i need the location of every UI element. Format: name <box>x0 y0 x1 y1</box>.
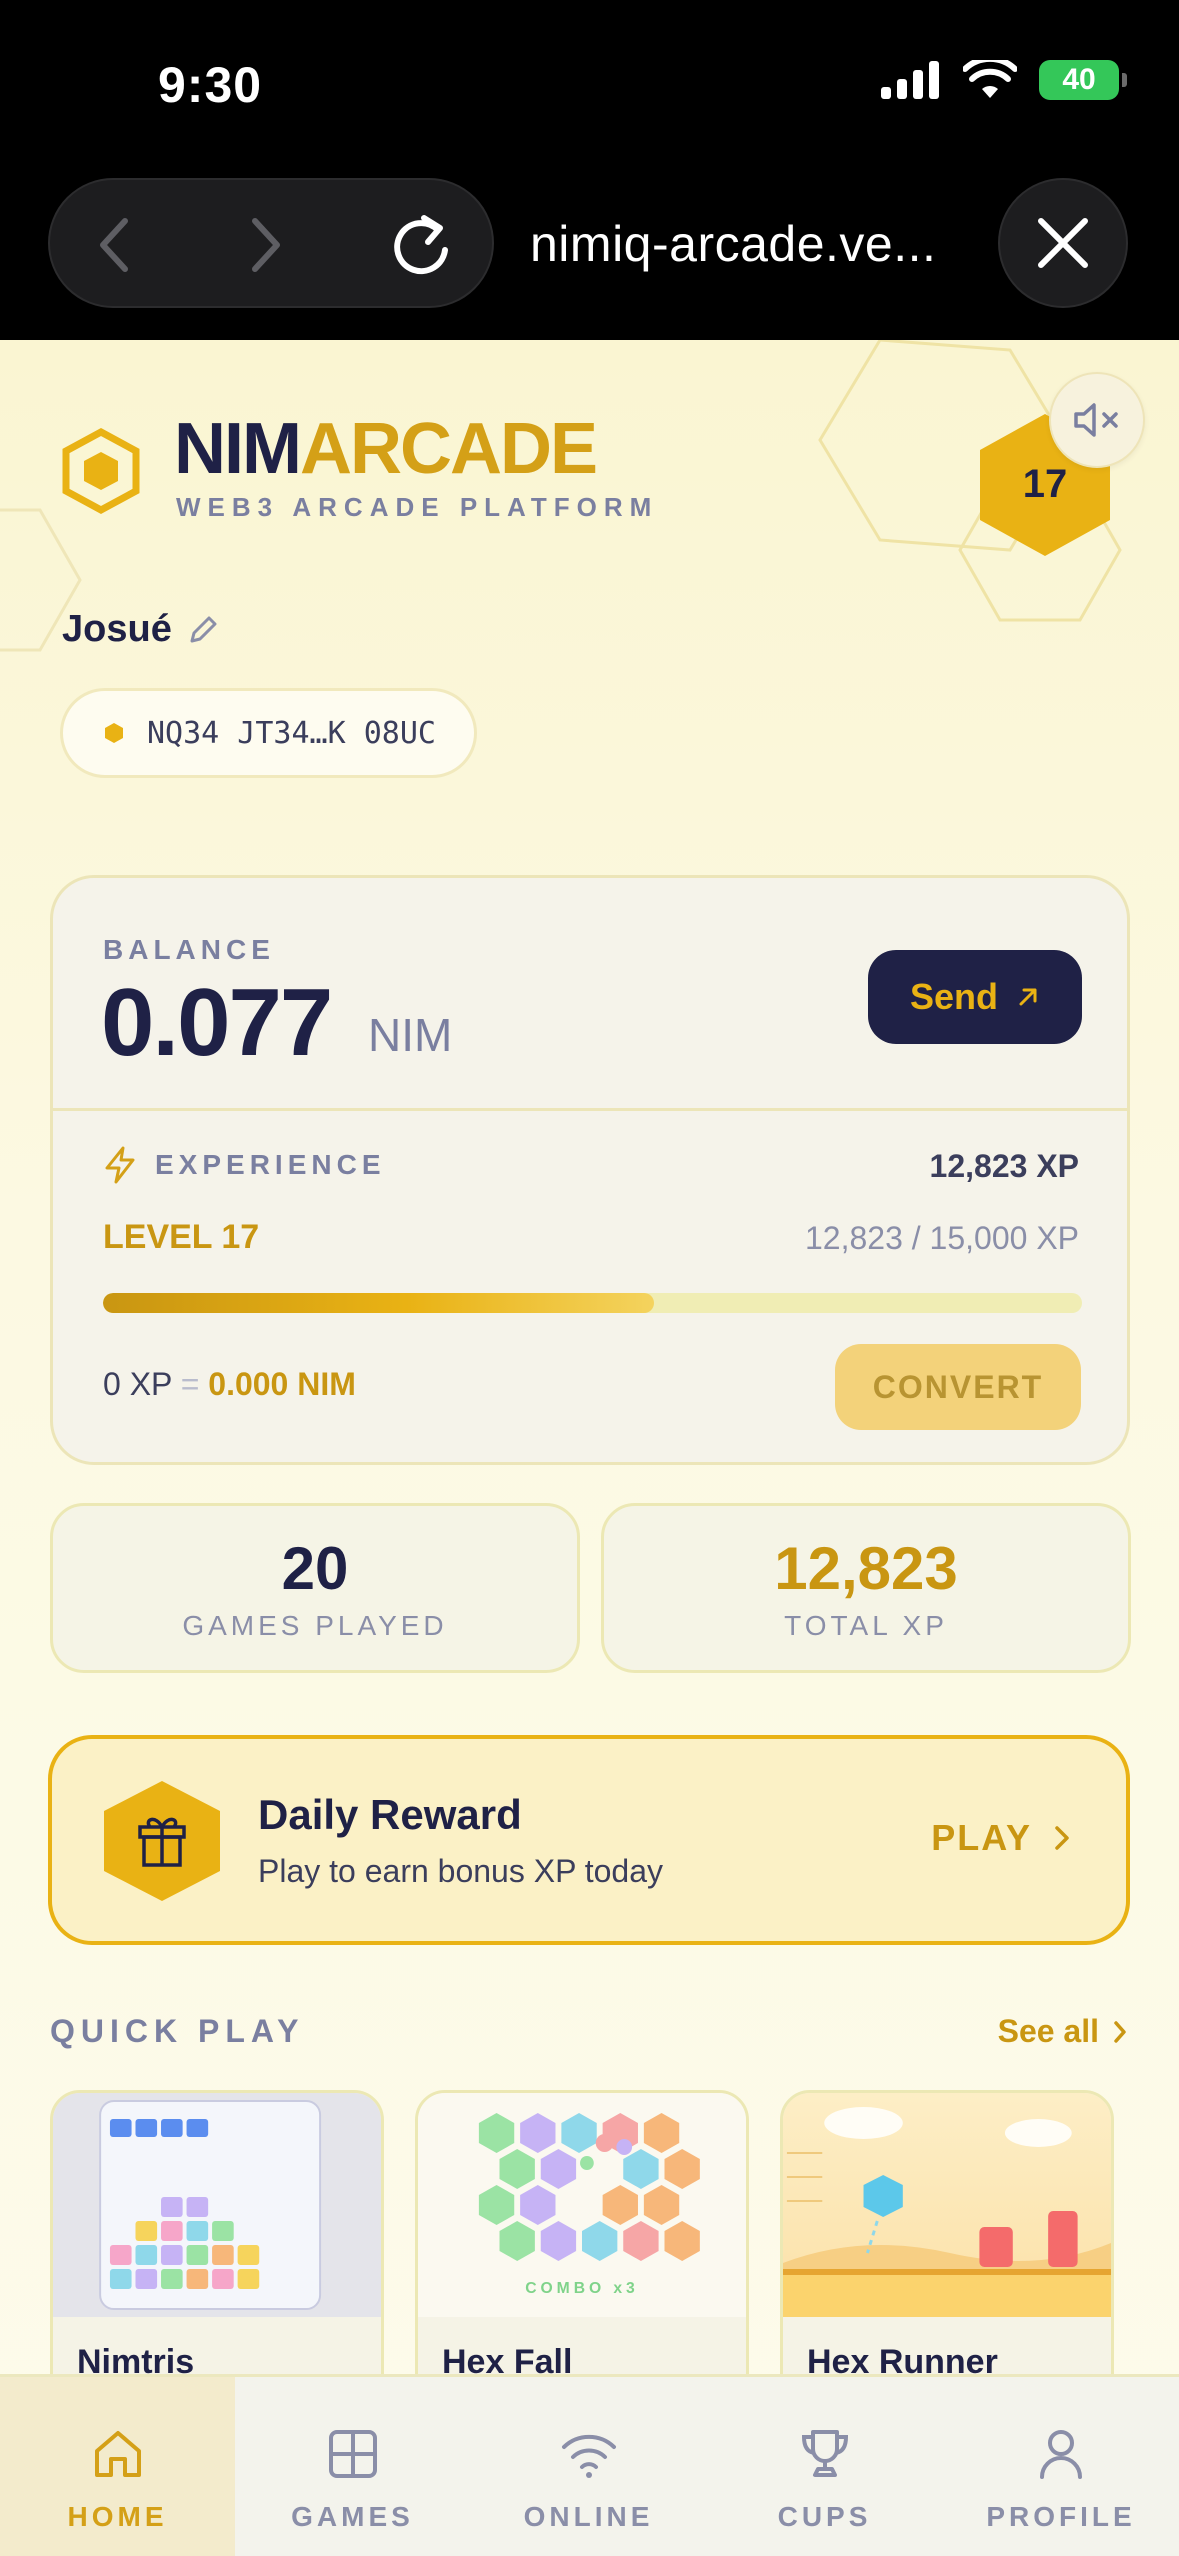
speaker-muted-icon <box>1074 403 1118 437</box>
balance-label: BALANCE <box>103 934 275 965</box>
home-icon <box>94 2431 141 2477</box>
brand-arcade: ARCADE <box>299 409 598 489</box>
stat-value: 20 <box>281 1535 349 1602</box>
wallet-address: NQ34 JT34…K 08UC <box>147 715 436 751</box>
app-screen: NIMARCADE WEB3 ARCADE PLATFORM 17 Josué … <box>0 340 1179 2556</box>
send-button[interactable]: Send <box>868 950 1082 1044</box>
brand-nim: NIM <box>174 409 302 489</box>
address-bar[interactable]: nimiq-arcade.ve... <box>530 215 936 273</box>
game-card-hex-runner[interactable]: Hex Runner <box>780 2090 1114 2410</box>
xp-conversion-text: 0 XP = 0.000 NIM <box>103 1366 356 1403</box>
level-badge-number: 17 <box>1022 462 1068 506</box>
stat-games-played: 20 GAMES PLAYED <box>50 1503 580 1673</box>
card-divider <box>53 1108 1127 1111</box>
game-card-nimtris[interactable]: Nimtris <box>50 2090 384 2410</box>
arrow-up-right-icon <box>1019 988 1037 1006</box>
tab-label: CUPS <box>777 2501 872 2532</box>
chevron-right-icon <box>252 218 280 272</box>
logo-hex-icon <box>62 428 140 514</box>
browser-nav-group <box>48 178 494 308</box>
app-logo-title: NIMARCADE <box>174 408 598 490</box>
see-all-link[interactable]: See all <box>998 2013 1127 2050</box>
convert-button[interactable]: CONVERT <box>835 1344 1081 1430</box>
close-browser-button[interactable] <box>998 178 1128 308</box>
nim-hex-icon <box>105 723 123 743</box>
reload-icon <box>394 215 448 275</box>
bottom-tab-bar: HOME GAMES ONLINE CUPS PROFILE <box>0 2374 1179 2556</box>
stat-value: 12,823 <box>774 1535 958 1602</box>
app-tagline: WEB3 ARCADE PLATFORM <box>176 492 659 522</box>
chevron-left-icon <box>100 218 128 272</box>
wifi-icon <box>561 2434 616 2478</box>
stat-total-xp: 12,823 TOTAL XP <box>601 1503 1131 1673</box>
balance-unit: NIM <box>368 1009 453 1061</box>
daily-reward-subtitle: Play to earn bonus XP today <box>258 1853 664 1889</box>
tab-label: GAMES <box>291 2501 414 2532</box>
tab-profile[interactable]: PROFILE <box>943 2377 1179 2556</box>
daily-play-label: PLAY <box>931 1817 1032 1858</box>
tab-online[interactable]: ONLINE <box>471 2377 706 2556</box>
quick-play-heading: QUICK PLAY <box>50 2013 305 2049</box>
stat-label: GAMES PLAYED <box>182 1610 448 1641</box>
back-button[interactable] <box>60 180 170 310</box>
game-card-hex-fall[interactable]: COMBO x3 Hex Fall <box>415 2090 749 2410</box>
conversion-nim: 0.000 NIM <box>208 1366 356 1402</box>
signal-icon <box>881 61 939 99</box>
stat-label: TOTAL XP <box>784 1610 948 1641</box>
daily-reward-play-button[interactable]: PLAY <box>931 1817 1070 1859</box>
balance-value: 0.077 <box>101 969 333 1076</box>
lightning-icon <box>105 1146 135 1184</box>
close-icon <box>1038 218 1088 268</box>
wifi-status-icon <box>963 60 1017 98</box>
reload-button[interactable] <box>366 180 476 310</box>
experience-label: EXPERIENCE <box>103 1146 386 1184</box>
pencil-icon[interactable] <box>186 613 220 647</box>
status-time: 9:30 <box>158 57 263 113</box>
battery-indicator: 40 <box>1039 60 1127 100</box>
send-label: Send <box>909 976 998 1017</box>
experience-label-text: EXPERIENCE <box>155 1149 386 1180</box>
tab-label: ONLINE <box>523 2501 654 2532</box>
status-icons: 40 <box>881 60 1127 100</box>
nimtris-thumbnail <box>53 2093 381 2317</box>
trophy-icon <box>801 2430 848 2477</box>
experience-total: 12,823 XP <box>929 1148 1079 1184</box>
level-progress-text: 12,823 / 15,000 XP <box>805 1220 1079 1256</box>
grid-icon <box>328 2430 377 2478</box>
conversion-xp: 0 XP <box>103 1366 172 1402</box>
gift-hex-icon <box>104 1781 220 1901</box>
daily-reward-card[interactable]: Daily Reward Play to earn bonus XP today… <box>48 1735 1130 1945</box>
system-chrome: 9:30 40 nimiq-arcade.ve... <box>0 0 1179 340</box>
mute-button[interactable] <box>1049 372 1145 468</box>
conversion-equals: = <box>180 1366 200 1402</box>
chevron-right-icon <box>1055 1826 1069 1850</box>
battery-level: 40 <box>1062 63 1096 96</box>
tab-label: HOME <box>67 2501 168 2532</box>
tab-label: PROFILE <box>986 2501 1136 2532</box>
tab-home[interactable]: HOME <box>0 2377 235 2556</box>
user-icon <box>1040 2430 1082 2479</box>
tab-cups[interactable]: CUPS <box>707 2377 942 2556</box>
wallet-address-pill[interactable]: NQ34 JT34…K 08UC <box>60 688 477 778</box>
see-all-label: See all <box>997 2013 1099 2049</box>
level-label: LEVEL 17 <box>103 1218 260 1256</box>
hex-runner-thumbnail <box>783 2093 1111 2317</box>
xp-progress-bar <box>103 1293 1082 1313</box>
hex-fall-combo-caption: COMBO x3 <box>525 2280 638 2297</box>
tab-games[interactable]: GAMES <box>235 2377 470 2556</box>
hex-fall-thumbnail: COMBO x3 <box>418 2093 746 2317</box>
forward-button[interactable] <box>210 180 320 310</box>
daily-reward-title: Daily Reward <box>258 1791 522 1838</box>
chevron-right-icon <box>1114 2020 1126 2043</box>
username[interactable]: Josué <box>62 608 220 651</box>
balance-card: BALANCE 0.077 NIM Send EXPERIENCE 12,823… <box>50 875 1130 1465</box>
xp-progress-fill <box>103 1293 654 1313</box>
username-text: Josué <box>62 608 172 650</box>
